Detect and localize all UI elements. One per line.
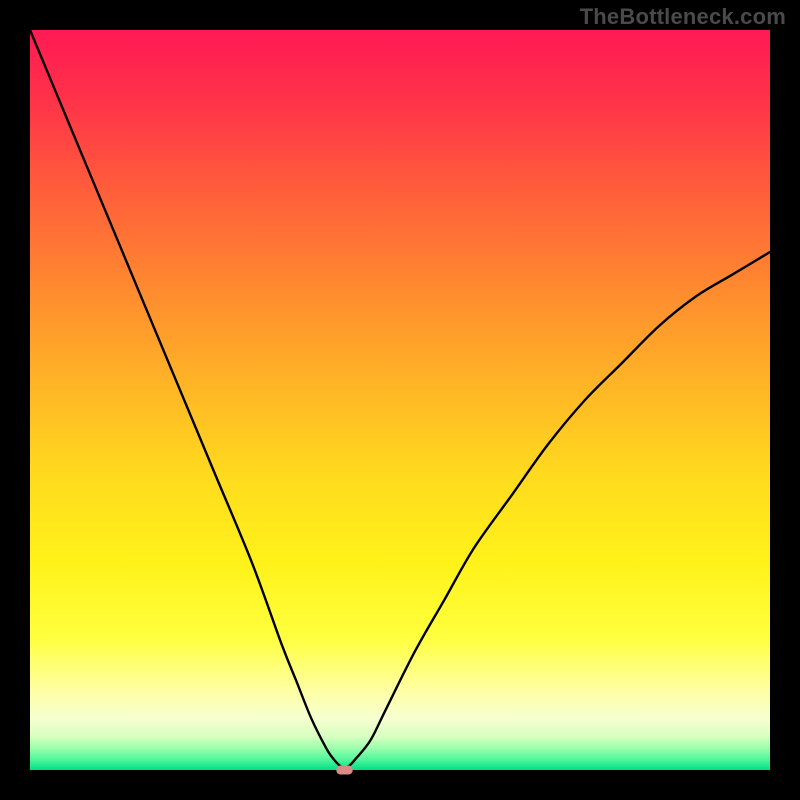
bottleneck-chart (0, 0, 800, 800)
chart-frame: TheBottleneck.com (0, 0, 800, 800)
watermark-text: TheBottleneck.com (580, 4, 786, 30)
optimum-marker (336, 766, 352, 775)
plot-background (30, 30, 770, 770)
